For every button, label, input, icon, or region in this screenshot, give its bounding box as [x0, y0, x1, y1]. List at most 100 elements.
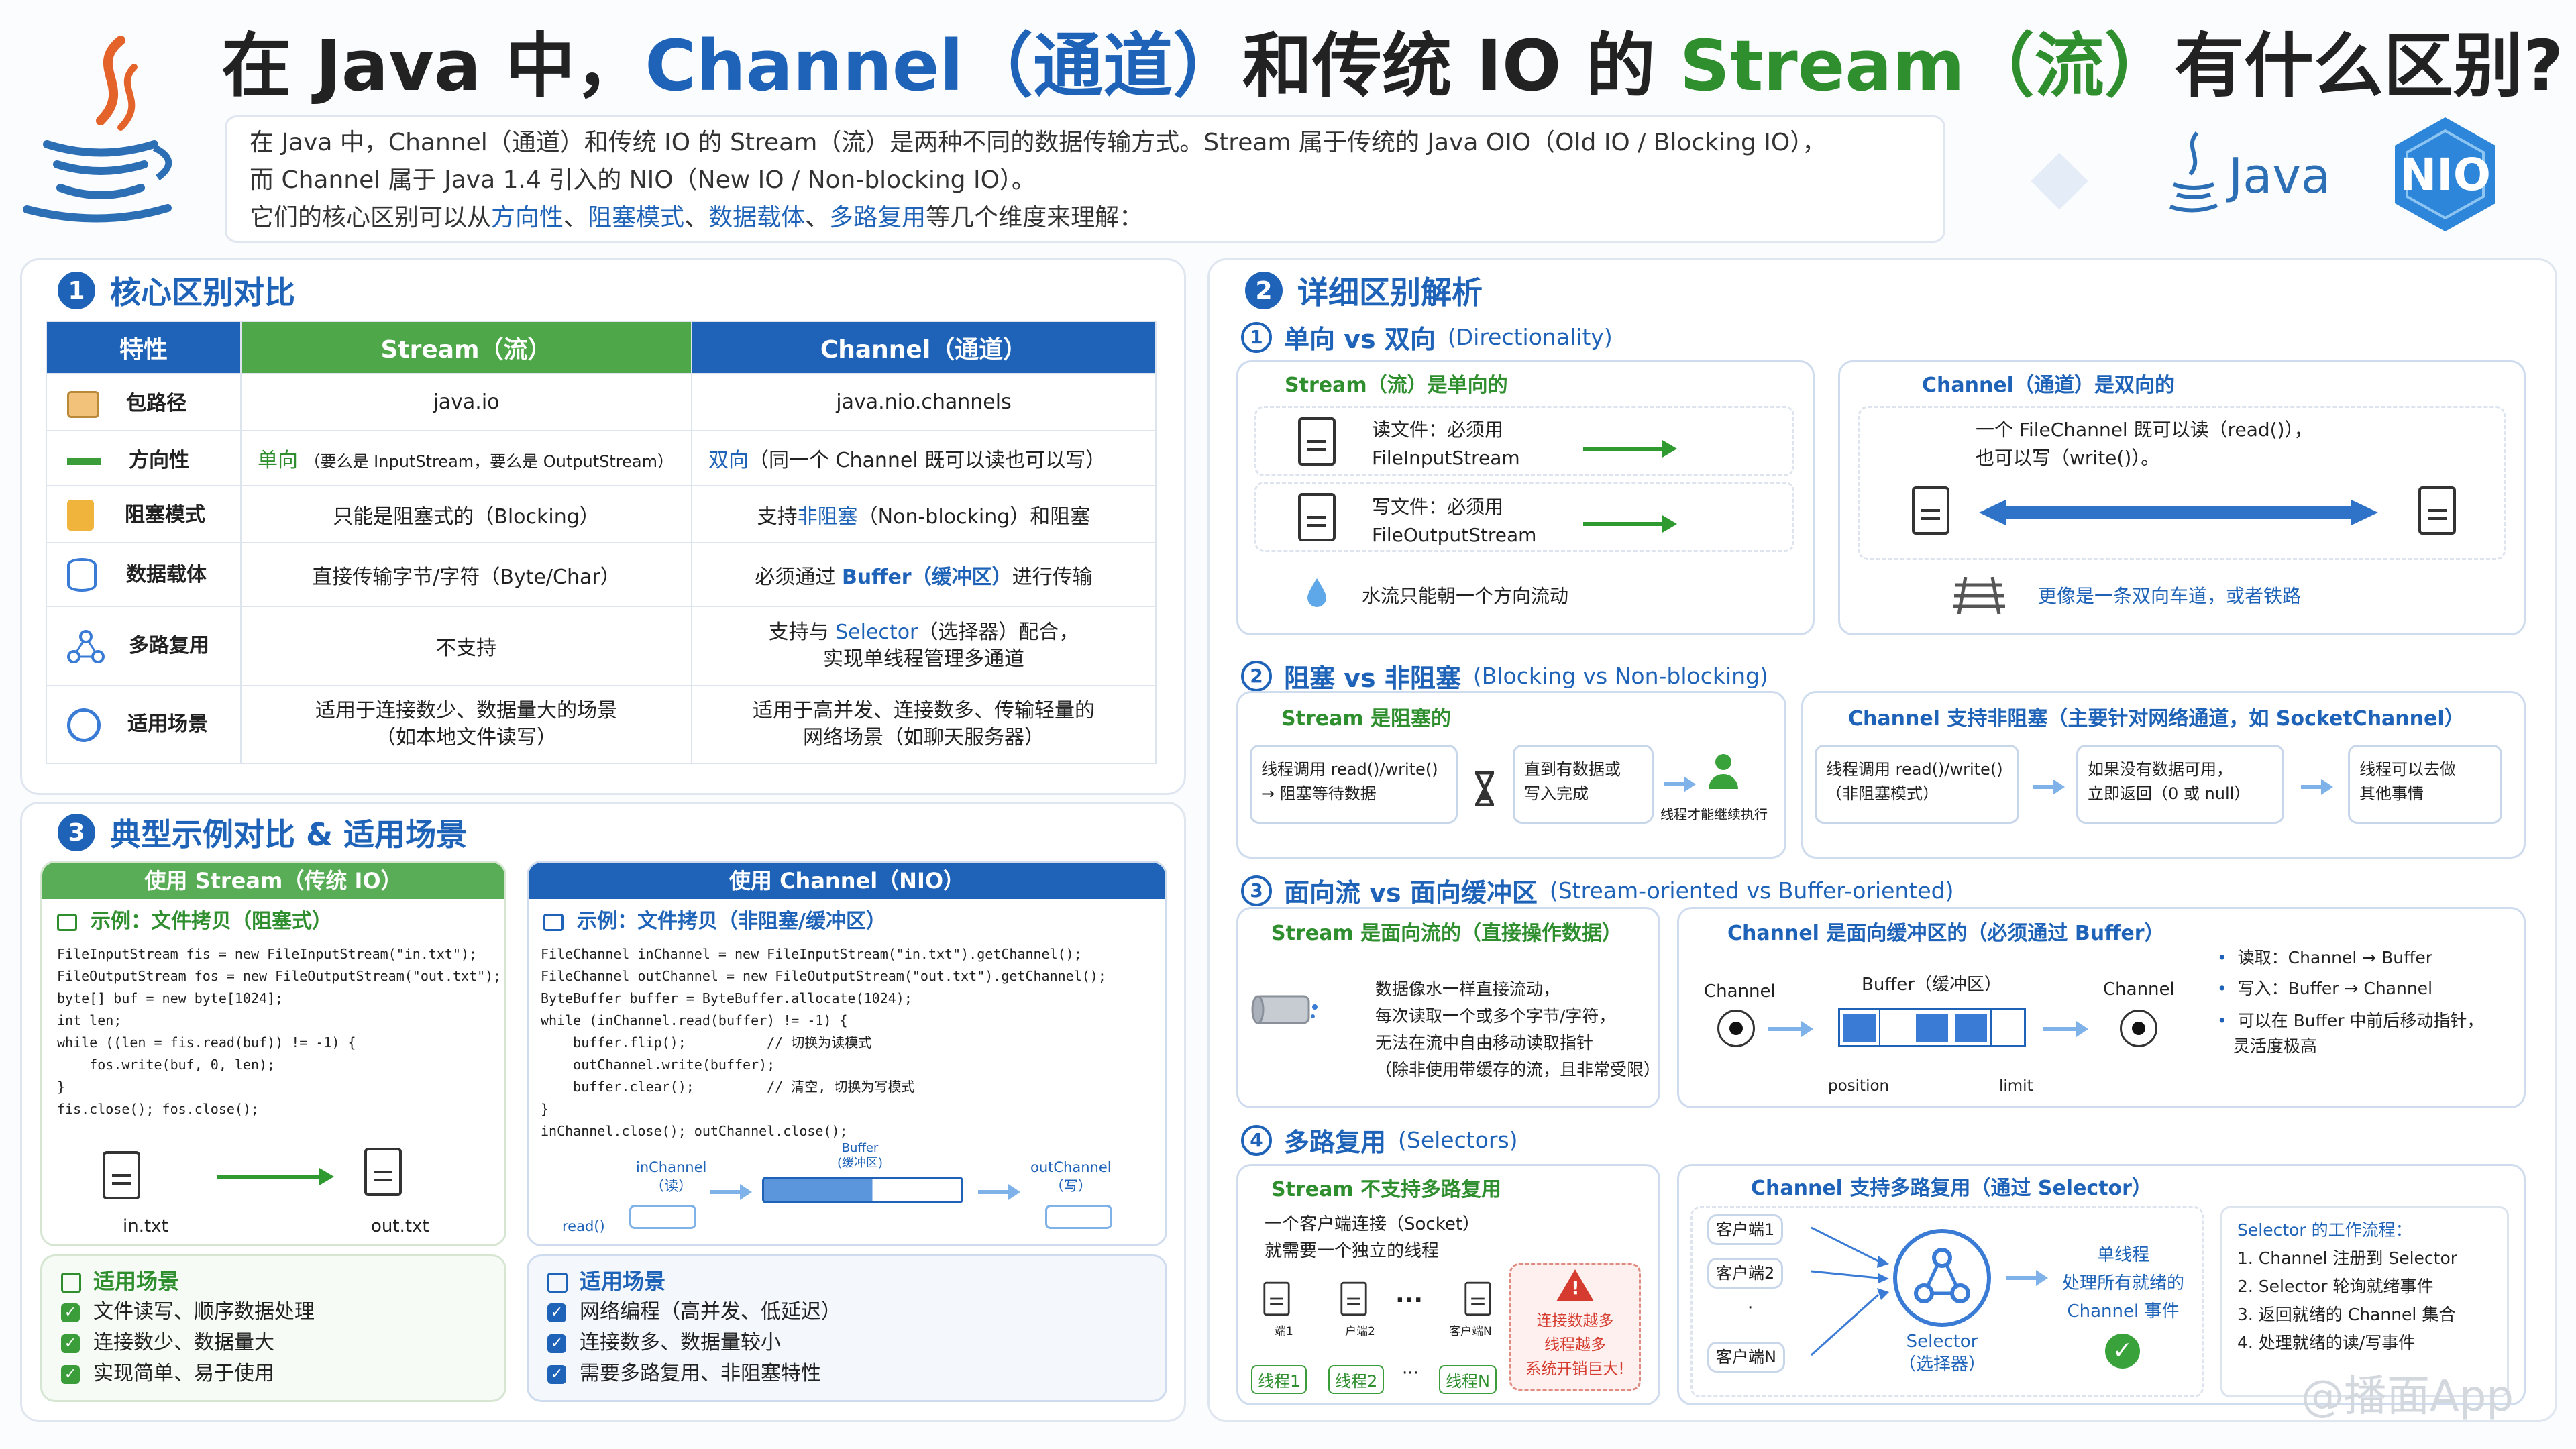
client-2-icon [1340, 1281, 1367, 1316]
buffer-bullets: • 读取：Channel → Buffer • 写入：Buffer → Chan… [2217, 948, 2484, 1056]
flow-arrow-out [978, 1184, 1020, 1200]
sub-title-buffer: 3 面向流 vs 面向缓冲区 (Stream-oriented vs Buffer-… [1241, 872, 1953, 909]
sub-title-blocking: 2 阻塞 vs 非阻塞 (Blocking vs Non-blocking) [1241, 657, 1768, 694]
channel-left-label: Channel [1704, 981, 1776, 1002]
client-n-icon [1464, 1281, 1491, 1316]
stream-multiplex-head: Stream 不支持多路复用 [1271, 1178, 1502, 1201]
code-line: outChannel.write(buffer); [541, 1057, 775, 1073]
bidirectional-arrow [1979, 500, 2378, 525]
buffer-label: Buffer (缓冲区) [837, 1141, 883, 1170]
nonblocking-arrow-2 [2301, 779, 2333, 795]
inchannel-label: inChannel （读） [636, 1159, 707, 1194]
channel-example-card: 使用 Channel（NIO） 示例：文件拷贝（非阻塞/缓冲区） FileCha… [527, 861, 1167, 1246]
water-drop-icon [1305, 577, 1329, 608]
nonblocking-arrow-1 [2033, 779, 2065, 795]
code-line: while (inChannel.read(buffer) != -1) { [541, 1012, 848, 1028]
table-row: 阻塞模式 只能是阻塞式的（Blocking） 支持非阻塞（Non-blockin… [46, 485, 1157, 543]
right-file-icon [2418, 486, 2456, 535]
outchannel-label: outChannel （写） [1030, 1159, 1112, 1194]
client-1-icon [1263, 1281, 1290, 1316]
stream-oriented-head: Stream 是面向流的（直接操作数据） [1271, 922, 1623, 945]
code-line: int len; [57, 1012, 122, 1028]
warning-icon: ! [1556, 1269, 1594, 1301]
channel-left-dot [1717, 1010, 1755, 1047]
buffer-cells [1838, 1008, 2026, 1047]
code-line: FileChannel inChannel = new FileInputStr… [541, 946, 1082, 962]
blocking-step-1: 线程调用 read()/write() → 阻塞等待数据 [1250, 745, 1458, 824]
left-file-icon [1912, 486, 1949, 535]
buffer-bar-label: Buffer（缓冲区） [1862, 975, 2002, 995]
water-text: 水流只能朝一个方向流动 [1362, 585, 1569, 607]
user-icon [1707, 753, 1739, 790]
scene-item: ✓ 需要多路复用、非阻塞特性 [547, 1358, 1146, 1389]
stream-direction-head: Stream（流）是单向的 [1285, 374, 1508, 397]
stream-blocking-head: Stream 是阻塞的 [1281, 707, 1452, 731]
arrow-right-icon [67, 458, 101, 465]
thread-1-badge: 线程1 [1251, 1365, 1307, 1394]
th-channel: Channel（通道） [691, 321, 1157, 374]
nonblocking-step-3: 线程可以去做 其他事情 [2348, 745, 2502, 824]
code-line: buffer.clear(); // 清空, 切换为写模式 [541, 1079, 915, 1095]
channel-example-subtitle: 示例：文件拷贝（非阻塞/缓冲区） [543, 907, 1165, 936]
table-row: 包路径 java.io java.nio.channels [46, 373, 1157, 431]
out-file-label: out.txt [371, 1216, 429, 1236]
scene-icon [61, 1273, 81, 1293]
scene-item: ✓ 文件读写、顺序数据处理 [61, 1297, 486, 1328]
database-icon [67, 558, 97, 592]
lock-icon [67, 500, 94, 531]
section-3-title: 3 典型示例对比 & 适用场景 [58, 810, 467, 855]
comparison-table: 特性 Stream（流） Channel（通道） 包路径 java.io jav… [46, 321, 1157, 764]
table-row: 多路复用 不支持 支持与 Selector（选择器）配合， 实现单线程管理多通道 [46, 606, 1157, 686]
scene-item: ✓ 实现简单、易于使用 [61, 1358, 486, 1389]
page-title: 在 Java 中，Channel（通道）和传统 IO 的 Stream（流）有什… [221, 25, 2564, 107]
table-row: 数据载体 直接传输字节/字符（Byte/Char） 必须通过 Buffer（缓冲… [46, 542, 1157, 607]
blocking-arrow [1664, 776, 1696, 792]
stream-oriented-desc: 数据像水一样直接流动， 每次读取一个或多个字节/字符， 无法在流中自由移动读取指针（… [1375, 979, 1661, 1079]
code-line: } [57, 1079, 66, 1095]
java-logo: Java [2167, 127, 2341, 215]
target-icon [67, 708, 101, 742]
copy-arrow [217, 1168, 334, 1185]
code-line: ByteBuffer buffer = ByteBuffer.allocate(… [541, 990, 912, 1006]
code-line: fis.close(); fos.close(); [57, 1101, 260, 1117]
read-file-icon [1298, 417, 1336, 466]
stream-scenes-card: 适用场景 ✓ 文件读写、顺序数据处理 ✓ 连接数少、数据量大 ✓ 实现简单、易于使用 [40, 1254, 506, 1402]
outchannel-pipe [1045, 1205, 1112, 1229]
in-file-label: in.txt [123, 1216, 168, 1236]
nonblocking-step-2: 如果没有数据可用， 立即返回（0 或 null） [2076, 745, 2284, 824]
workflow-step: 4. 处理就绪的读/写事件 [2237, 1333, 2416, 1352]
diamond-decoration [2031, 152, 2088, 210]
channel-scenes-card: 适用场景 ✓ 网络编程（高并发、低延迟） ✓ 连接数多、数据量较小 ✓ 需要多路复用、… [527, 1254, 1167, 1402]
scene-item: ✓ 连接数少、数据量大 [61, 1328, 486, 1358]
code-line: byte[] buf = new byte[1024]; [57, 990, 284, 1006]
check-icon: ✓ [2105, 1334, 2140, 1368]
thread-n-badge: 线程N [1439, 1365, 1497, 1394]
doc-icon [57, 913, 77, 931]
selector-icon [1892, 1228, 1992, 1328]
selector-label: Selector （选择器） [1898, 1332, 1986, 1375]
thread-dots: ··· [1402, 1363, 1419, 1383]
client-lines [1810, 1221, 1892, 1362]
section-2-title: 2 详细区别解析 [1245, 268, 1483, 313]
buffer-arrow-in [1768, 1021, 1813, 1037]
code-line: FileChannel outChannel = new FileOutputS… [541, 968, 1106, 984]
write-file-icon [1298, 493, 1336, 541]
channel-multiplex-head: Channel 支持多路复用（通过 Selector） [1751, 1177, 2152, 1200]
intro-line-1: 在 Java 中，Channel（通道）和传统 IO 的 Stream（流）是两… [250, 129, 1827, 156]
bidirection-text: 一个 FileChannel 既可以读（read()）， 也可以写（write()… [1976, 419, 2313, 469]
scene-item: ✓ 网络编程（高并发、低延迟） [547, 1297, 1146, 1328]
sub-title-directionality: 1 单向 vs 双向 (Directionality) [1241, 319, 1613, 356]
client-n-label: 客户端N [1449, 1325, 1492, 1338]
sub-title-selectors: 4 多路复用 (Selectors) [1241, 1122, 1518, 1159]
client-1-pill: 客户端1 [1707, 1214, 1784, 1245]
hourglass-icon [1472, 771, 1497, 807]
read-label: read() [562, 1218, 605, 1234]
write-arrow [1583, 515, 1677, 533]
channel-scenes-title: 适用场景 [547, 1266, 1146, 1297]
code-line: fos.write(buf, 0, len); [57, 1057, 276, 1073]
read-arrow [1583, 440, 1677, 458]
channel-nonblocking-head: Channel 支持非阻塞（主要针对网络通道，如 SocketChannel） [1848, 707, 2465, 731]
code-line: inChannel.close(); outChannel.close(); [541, 1123, 848, 1139]
railway-icon [1949, 576, 2009, 615]
position-label: position [1828, 1077, 1890, 1095]
